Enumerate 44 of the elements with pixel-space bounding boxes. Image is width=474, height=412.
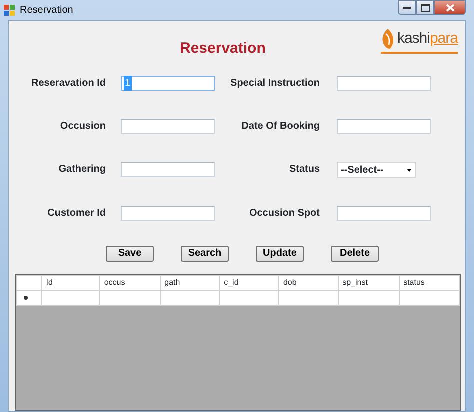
- column-header[interactable]: occus: [100, 276, 160, 290]
- field-label: Reseravation Id: [32, 77, 106, 91]
- table-cell[interactable]: [399, 290, 460, 306]
- status-dropdown[interactable]: --Select--: [337, 162, 416, 178]
- field-label: Customer Id: [48, 207, 106, 221]
- action-button[interactable]: Search: [181, 246, 229, 262]
- field-label: Special Instruction: [230, 77, 320, 91]
- action-button[interactable]: Save: [106, 246, 154, 262]
- logo: kashipara: [381, 28, 458, 54]
- table-cell[interactable]: [338, 290, 400, 306]
- action-button[interactable]: Update: [256, 246, 304, 262]
- input-field[interactable]: [121, 162, 215, 177]
- table-cell[interactable]: [100, 290, 160, 306]
- input-field[interactable]: [121, 119, 215, 134]
- input-field[interactable]: [121, 206, 215, 221]
- column-header[interactable]: Id: [42, 276, 100, 290]
- table-cell[interactable]: [278, 290, 338, 306]
- input-field[interactable]: [337, 206, 431, 221]
- table-cell[interactable]: [42, 290, 100, 306]
- input-field[interactable]: [337, 76, 431, 91]
- app-icon: [4, 4, 15, 16]
- caret-icon: [407, 168, 412, 172]
- field-label: Gathering: [58, 163, 106, 177]
- field-label: Occusion: [60, 120, 106, 134]
- field-label: Occusion Spot: [249, 207, 320, 221]
- column-header[interactable]: c_id: [220, 276, 279, 290]
- column-header[interactable]: dob: [278, 276, 338, 290]
- action-button[interactable]: Delete: [331, 246, 379, 262]
- close-icon: [446, 4, 454, 12]
- table-cell[interactable]: [220, 290, 279, 306]
- field-label: Date Of Booking: [242, 120, 320, 134]
- form-title: Reservation: [180, 39, 266, 59]
- input-field[interactable]: [337, 119, 431, 134]
- minimize-button[interactable]: [398, 0, 416, 15]
- column-header[interactable]: gath: [160, 276, 220, 290]
- minimize-icon: [403, 6, 411, 9]
- maximize-icon: [420, 4, 430, 12]
- close-button[interactable]: [434, 0, 466, 15]
- column-header[interactable]: sp_inst: [338, 276, 400, 290]
- column-header[interactable]: status: [399, 276, 460, 290]
- field-label: Status: [289, 163, 320, 177]
- window-title: Reservation: [20, 4, 74, 18]
- table-cell[interactable]: [160, 290, 220, 306]
- maximize-button[interactable]: [416, 0, 434, 15]
